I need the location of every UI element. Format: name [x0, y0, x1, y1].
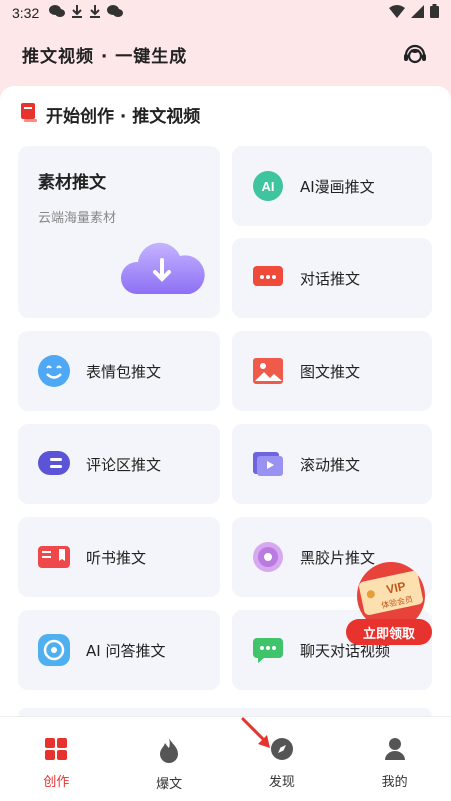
card-label: 听书推文	[86, 548, 147, 567]
image-icon	[250, 353, 286, 389]
bottom-nav: 创作 爆文 发现 我的	[0, 716, 451, 801]
status-time: 3:32	[12, 5, 40, 21]
vinyl-record-icon	[250, 539, 286, 575]
chat-dots-icon	[250, 632, 286, 668]
card-next-row[interactable]	[18, 708, 432, 716]
tab-mine[interactable]: 我的	[338, 717, 451, 801]
tab-label: 发现	[268, 775, 295, 790]
card-label: 评论区推文	[86, 455, 162, 474]
status-bar: 3:32	[0, 0, 451, 26]
page-title: 推文视频 · 一键生成	[22, 46, 188, 67]
tab-label: 创作	[43, 775, 70, 790]
svg-text:AI: AI	[262, 179, 275, 194]
grid-icon	[44, 737, 68, 765]
wechat-icon	[107, 4, 124, 22]
customer-service-icon[interactable]	[401, 40, 429, 68]
tab-viral[interactable]: 爆文	[113, 717, 226, 801]
ai-chat-icon	[36, 632, 72, 668]
section-header: 开始创作 · 推文视频	[20, 102, 200, 127]
card-label: AI漫画推文	[300, 177, 375, 196]
card-ai-qa-tweet[interactable]: AI 问答推文	[18, 610, 220, 690]
flame-icon	[158, 737, 180, 767]
section-title: 开始创作 · 推文视频	[46, 107, 201, 127]
tab-label: 爆文	[156, 777, 183, 792]
ai-icon: AI	[250, 168, 286, 204]
app-header: 推文视频 · 一键生成	[0, 26, 451, 82]
card-label: 图文推文	[300, 362, 361, 381]
comment-icon	[36, 446, 72, 482]
download-icon	[71, 4, 83, 22]
card-label: 表情包推文	[86, 362, 162, 381]
cloud-download-icon	[118, 236, 206, 304]
card-ai-comic-tweet[interactable]: AI AI漫画推文	[232, 146, 432, 226]
card-label: AI 问答推文	[86, 641, 166, 660]
card-audiobook-tweet[interactable]: 听书推文	[18, 517, 220, 597]
wechat-icon	[49, 4, 66, 22]
battery-icon	[430, 4, 439, 22]
tab-create[interactable]: 创作	[0, 717, 113, 801]
card-label: 滚动推文	[300, 455, 361, 474]
tab-label: 我的	[381, 775, 408, 790]
card-subtitle: 云端海量素材	[38, 211, 117, 226]
card-label: 对话推文	[300, 269, 361, 288]
user-icon	[384, 737, 406, 765]
card-dialogue-tweet[interactable]: 对话推文	[232, 238, 432, 318]
download-icon	[89, 4, 101, 22]
book-icon	[20, 102, 38, 127]
claim-vip-button[interactable]: 立即领取	[346, 619, 432, 645]
signal-icon	[411, 4, 424, 22]
wifi-icon	[389, 4, 405, 22]
chat-bubble-icon	[250, 260, 286, 296]
card-emoji-tweet[interactable]: 表情包推文	[18, 331, 220, 411]
card-image-text-tweet[interactable]: 图文推文	[232, 331, 432, 411]
card-scroll-tweet[interactable]: 滚动推文	[232, 424, 432, 504]
smile-icon	[36, 353, 72, 389]
open-book-icon	[36, 539, 72, 575]
card-comment-tweet[interactable]: 评论区推文	[18, 424, 220, 504]
annotation-arrow	[240, 716, 280, 760]
card-material-tweet[interactable]: 素材推文 云端海量素材	[18, 146, 220, 318]
card-label: 素材推文	[38, 173, 106, 193]
video-play-icon	[250, 446, 286, 482]
